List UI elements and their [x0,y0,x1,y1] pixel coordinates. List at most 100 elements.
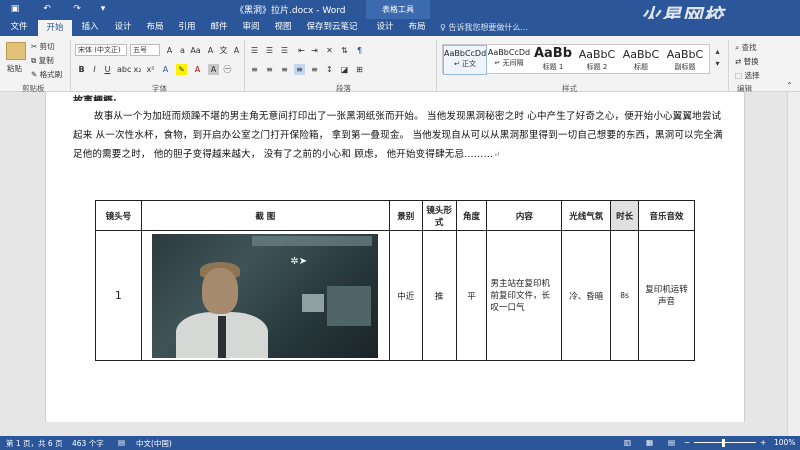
header-shot-no[interactable]: 镜头号 [95,200,142,231]
customize-qa-icon[interactable]: ▾ [96,2,110,17]
bold-icon[interactable]: B [76,64,87,75]
align-left-icon[interactable]: ≡ [249,64,260,75]
word-count[interactable]: 463 个字 [72,438,104,449]
enclose-char-icon[interactable]: ㊀ [222,64,233,75]
paste-button[interactable]: 粘贴 [7,63,22,74]
phonetic-icon[interactable]: 文 [218,45,229,56]
find-button[interactable]: ⌕ 查找 [735,42,757,53]
decrease-indent-icon[interactable]: ⇤ [296,45,307,56]
film-still-image[interactable]: ✲➤ [152,233,379,358]
char-border-icon[interactable]: A [231,45,242,56]
tab-home[interactable]: 开始 [38,19,72,36]
print-layout-icon[interactable]: ▦ [646,438,653,447]
zoom-level[interactable]: 100% [774,438,795,447]
zoom-in-icon[interactable]: + [760,438,766,447]
header-scale[interactable]: 景别 [388,200,423,231]
distributed-icon[interactable]: ≡ [309,64,320,75]
zoom-out-icon[interactable]: − [684,438,690,447]
strikethrough-icon[interactable]: abc [117,64,131,75]
cell-duration[interactable]: 8s [610,230,640,361]
tab-review[interactable]: 审阅 [238,19,264,36]
tab-references[interactable]: 引用 [174,19,200,36]
header-movement[interactable]: 镜头形式 [421,200,457,231]
change-case-icon[interactable]: Aa [190,45,201,56]
tab-layout[interactable]: 布局 [142,19,168,36]
cut-button[interactable]: ✂ 剪切 [31,41,55,52]
increase-indent-icon[interactable]: ⇥ [309,45,320,56]
read-mode-icon[interactable]: ▥ [624,438,631,447]
zoom-slider[interactable] [694,442,756,443]
tab-insert[interactable]: 插入 [76,19,104,36]
align-center-icon[interactable]: ≡ [264,64,275,75]
header-sound[interactable]: 音乐音效 [638,200,695,231]
redo-icon[interactable]: ↷ [70,2,84,17]
underline-icon[interactable]: U [102,64,113,75]
replace-button[interactable]: ⇄ 替换 [735,56,759,67]
styles-scroll-up-icon[interactable]: ▴ [712,46,723,57]
header-duration[interactable]: 时长 [610,200,640,231]
format-painter-button[interactable]: ✎ 格式刷 [31,69,62,80]
header-content[interactable]: 内容 [486,200,563,231]
tab-mailings[interactable]: 邮件 [206,19,232,36]
subscript-icon[interactable]: x₂ [132,64,143,75]
web-layout-icon[interactable]: ▤ [668,438,675,447]
paste-icon[interactable] [6,42,26,60]
page-count[interactable]: 第 1 页，共 6 页 [6,438,63,449]
font-name-combo[interactable]: 宋体 (中文正) [75,44,127,56]
style-subtitle[interactable]: AaBbC 副标题 [663,45,707,75]
font-color-icon[interactable]: A [192,64,203,75]
cell-sound[interactable]: 复印机运转声音 [638,230,695,361]
copy-button[interactable]: ⧉ 复制 [31,55,54,66]
header-screenshot[interactable]: 截 图 [140,200,390,231]
tell-me-box[interactable]: ♀ 告诉我您想要做什么... [440,22,528,33]
font-size-combo[interactable]: 五号 [130,44,160,56]
cell-scale[interactable]: 中近 [388,230,423,361]
tab-file[interactable]: 文件 [4,19,34,36]
cell-screenshot[interactable]: ✲➤ [140,230,390,361]
align-right-icon[interactable]: ≡ [279,64,290,75]
save-icon[interactable]: ▣ [8,2,22,17]
line-spacing-icon[interactable]: ↕ [324,64,335,75]
tab-table-layout[interactable]: 布局 [404,19,430,36]
cell-lighting[interactable]: 冷、昏暗 [561,230,612,361]
char-shading-icon[interactable]: A [208,64,219,75]
numbering-icon[interactable]: ☰ [264,45,275,56]
cell-content[interactable]: 男主站在复印机前复印文件，长叹一口气 [486,230,563,361]
style-title[interactable]: AaBbC 标题 [619,45,663,75]
cell-shot-no[interactable]: 1 [95,230,142,361]
shrink-font-icon[interactable]: a [177,45,188,56]
styles-scroll-down-icon[interactable]: ▾ [712,58,723,69]
superscript-icon[interactable]: x² [145,64,156,75]
sort-icon[interactable]: ⇅ [339,45,350,56]
style-normal[interactable]: AaBbCcDd ↵ 正文 [443,45,487,75]
borders-icon[interactable]: ⊞ [354,64,365,75]
tab-save-to-cloud[interactable]: 保存到云笔记 [300,19,364,36]
header-angle[interactable]: 角度 [455,200,488,231]
collapse-ribbon-icon[interactable]: ⌃ [784,80,795,91]
multilevel-icon[interactable]: ☰ [279,45,290,56]
grow-font-icon[interactable]: A [164,45,175,56]
style-heading-1[interactable]: AaBb 标题 1 [531,45,575,75]
text-effects-icon[interactable]: A [160,64,171,75]
language-status[interactable]: 中文(中国) [136,438,172,449]
vertical-scrollbar[interactable] [787,92,800,436]
cell-angle[interactable]: 平 [455,230,488,361]
undo-icon[interactable]: ↶ [40,2,54,17]
shading-icon[interactable]: ◪ [339,64,350,75]
highlight-icon[interactable]: ✎ [176,64,187,75]
header-lighting[interactable]: 光线气氛 [561,200,612,231]
bullets-icon[interactable]: ☰ [249,45,260,56]
style-no-spacing[interactable]: AaBbCcDd ↵ 无间隔 [487,45,531,75]
style-heading-2[interactable]: AaBbC 标题 2 [575,45,619,75]
tab-view[interactable]: 视图 [270,19,296,36]
proofing-icon[interactable]: ▤ [118,438,125,447]
italic-icon[interactable]: I [89,64,100,75]
tab-table-design[interactable]: 设计 [372,19,398,36]
cell-movement[interactable]: 推 [421,230,457,361]
select-button[interactable]: ⬚ 选择 [735,70,759,81]
clear-format-icon[interactable]: A [205,45,216,56]
justify-icon[interactable]: ≡ [294,64,305,75]
tab-design[interactable]: 设计 [110,19,136,36]
chinese-layout-icon[interactable]: ✕ [324,45,335,56]
show-marks-icon[interactable]: ¶ [354,45,365,56]
